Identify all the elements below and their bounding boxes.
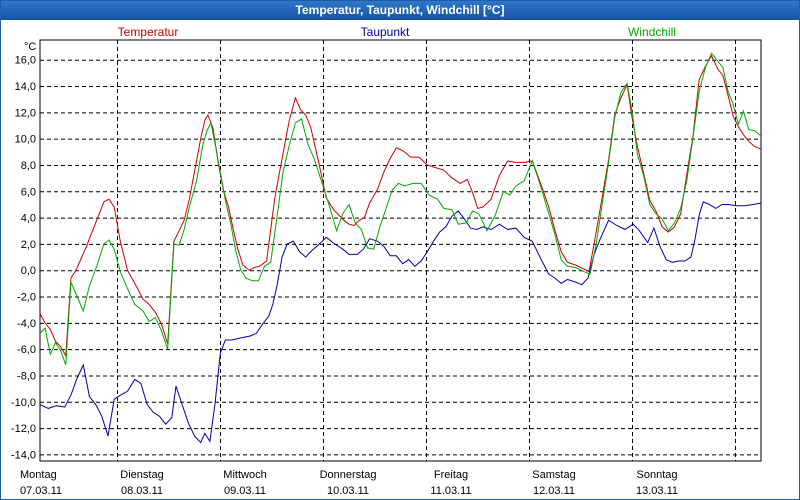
x-tick-date: 09.03.11 xyxy=(224,485,266,497)
y-tick-label: 12,0 xyxy=(15,107,36,119)
y-tick-label: 6,0 xyxy=(21,186,36,198)
y-tick-label: 14,0 xyxy=(15,81,36,93)
x-tick-day: Donnerstag xyxy=(320,469,377,481)
y-tick-label: 0,0 xyxy=(21,265,36,277)
x-tick-date: 08.03.11 xyxy=(121,485,163,497)
y-tick-label: -14,0 xyxy=(11,449,36,461)
y-tick-label: -12,0 xyxy=(11,423,36,435)
legend: Temperatur Taupunkt Windchill xyxy=(118,25,676,39)
x-tick-day: Mittwoch xyxy=(223,469,266,481)
x-tick-date: 12.03.11 xyxy=(533,485,575,497)
x-tick-date: 07.03.11 xyxy=(20,485,62,497)
y-tick-label: -2,0 xyxy=(17,292,36,304)
y-tick-label: -4,0 xyxy=(17,318,36,330)
y-axis-ticks: 16,0 14,0 12,0 10,0 8,0 6,0 4,0 2,0 0,0 -2,0 -4,0 -… xyxy=(11,55,36,462)
plot-area xyxy=(39,39,762,462)
legend-entry-windchill: Windchill xyxy=(628,25,676,39)
y-tick-label: 4,0 xyxy=(21,213,36,225)
y-tick-label: -10,0 xyxy=(11,397,36,409)
chart-canvas: 16,0 14,0 12,0 10,0 8,0 6,0 4,0 2,0 0,0 -2,0 -4,0 -… xyxy=(11,25,762,497)
y-tick-label: -6,0 xyxy=(17,344,36,356)
x-tick-day: Freitag xyxy=(434,469,468,481)
x-tick-date: 11.03.11 xyxy=(430,485,471,497)
y-axis-unit: °C xyxy=(24,41,36,53)
x-tick-day: Dienstag xyxy=(120,469,163,481)
y-tick-label: 8,0 xyxy=(21,160,36,172)
y-tick-label: -8,0 xyxy=(17,370,36,382)
x-tick-date: 13.03.11 xyxy=(636,485,678,497)
x-tick-day: Samstag xyxy=(532,469,575,481)
x-tick-day: Montag xyxy=(20,469,57,481)
y-tick-label: 2,0 xyxy=(21,239,36,251)
legend-entry-taupunkt: Taupunkt xyxy=(361,25,410,39)
y-tick-label: 10,0 xyxy=(15,134,36,146)
legend-entry-temperatur: Temperatur xyxy=(118,25,179,39)
x-axis-ticks: Montag 07.03.11 Dienstag 08.03.11 Mittwoch 09… xyxy=(20,469,678,497)
y-tick-label: 16,0 xyxy=(15,55,36,67)
x-tick-day: Sonntag xyxy=(637,469,678,481)
x-tick-date: 10.03.11 xyxy=(327,485,369,497)
